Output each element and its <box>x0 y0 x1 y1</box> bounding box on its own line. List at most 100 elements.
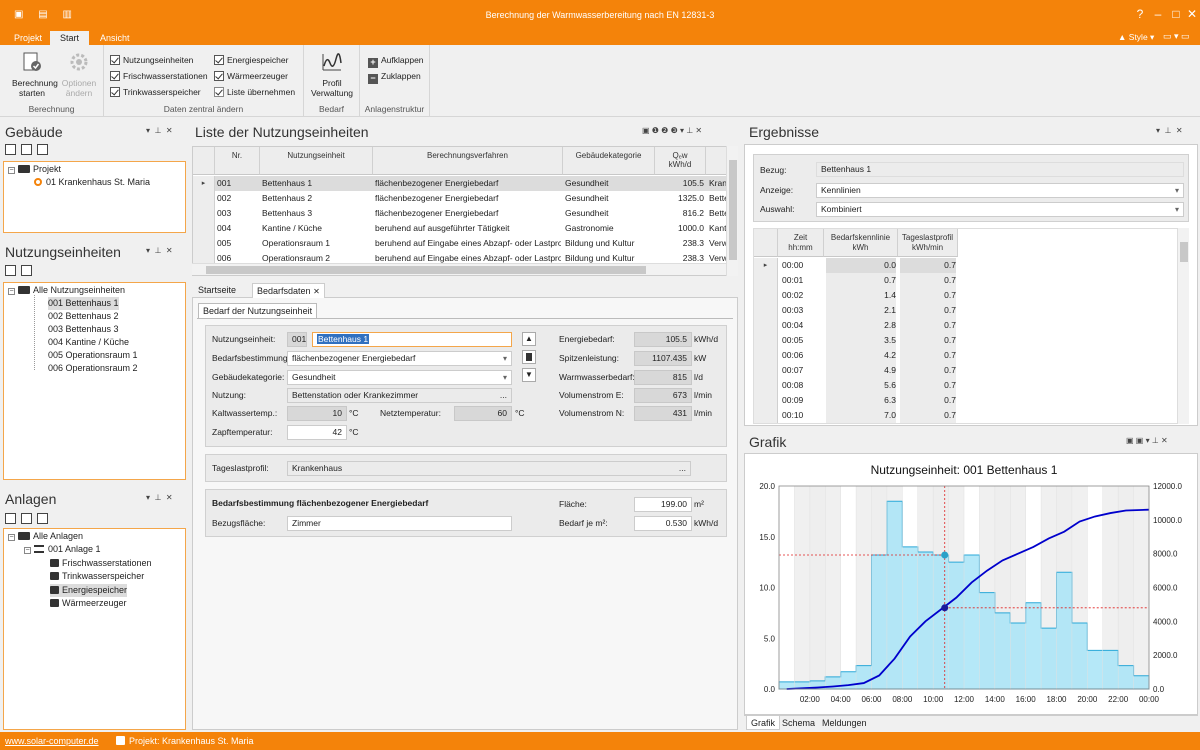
flaeche-field[interactable]: 199.00 <box>634 497 692 512</box>
table-row[interactable]: 00:09 6.3 0.7 <box>754 393 960 408</box>
panel-controls[interactable]: ▾ ⊥ ✕ <box>146 246 173 255</box>
col-header[interactable]: Tageslastprofil kWh/min <box>898 229 958 257</box>
tree-node-ne[interactable]: 005 Operationsraum 1 <box>48 349 138 362</box>
table-row[interactable]: 00:04 2.8 0.7 <box>754 318 960 333</box>
tab-bedarf-nutzungseinheit[interactable]: Bedarf der Nutzungseinheit <box>198 303 318 318</box>
row-indicator[interactable] <box>193 236 215 251</box>
ribbon-options-icon[interactable]: ▭ ▾ ▭ <box>1163 31 1190 42</box>
up-button[interactable]: ▲ <box>522 332 536 346</box>
panel-controls[interactable]: ▣ ▣ ▾ ⊥ ✕ <box>1126 436 1168 445</box>
new-icon[interactable] <box>5 144 16 155</box>
vertical-scrollbar[interactable] <box>1177 228 1189 424</box>
tree-node-ne[interactable]: 002 Bettenhaus 2 <box>48 310 119 323</box>
col-header[interactable]: Berechnungsverfahren <box>373 147 563 175</box>
col-header[interactable]: Nutzungseinheit <box>260 147 373 175</box>
row-indicator[interactable] <box>193 191 215 206</box>
table-row[interactable]: 002 Bettenhaus 2 flächenbezogener Energieb… <box>193 191 737 206</box>
col-header[interactable]: Nr. <box>215 147 260 175</box>
tree-node-component[interactable]: Energiespeicher <box>50 584 128 597</box>
tree-node-projekt[interactable]: − Projekt <box>8 163 61 176</box>
trinkwasserspeicher-button[interactable]: Trinkwasserspeicher <box>110 85 201 99</box>
optionen-button[interactable]: Optionen ändern <box>56 51 102 98</box>
tree-node-component[interactable]: Wärmeerzeuger <box>50 597 127 610</box>
col-header[interactable]: Zeit hh:mm <box>778 229 824 257</box>
tab-schema[interactable]: Schema <box>778 716 819 730</box>
berechnung-starten-button[interactable]: Berechnung starten <box>6 51 58 98</box>
liste-uebernehmen-checkbox[interactable]: Liste übernehmen <box>214 85 295 99</box>
tree-node-krankenhaus[interactable]: 01 Krankenhaus St. Maria <box>34 176 150 189</box>
col-header[interactable]: Bedarfskennlinie kWh <box>824 229 898 257</box>
zapftemperatur-field[interactable]: 42 <box>287 425 347 440</box>
profil-verwaltung-button[interactable]: Profil Verwaltung <box>308 51 356 98</box>
table-row[interactable]: 00:03 2.1 0.7 <box>754 303 960 318</box>
col-header[interactable]: Qₑw kWh/d <box>655 147 706 175</box>
table-row[interactable]: 004 Kantine / Küche beruhend auf ausgeführ… <box>193 221 737 236</box>
new-icon[interactable] <box>5 513 16 524</box>
website-link[interactable]: www.solar-computer.de <box>5 736 99 746</box>
table-row[interactable]: 00:10 7.0 0.7 <box>754 408 960 423</box>
tree-node-component[interactable]: Frischwasserstationen <box>50 557 152 570</box>
panel-controls[interactable]: ▾ ⊥ ✕ <box>146 126 173 135</box>
tree-node-ne[interactable]: 004 Kantine / Küche <box>48 336 129 349</box>
tab-meldungen[interactable]: Meldungen <box>818 716 871 730</box>
row-indicator[interactable]: ▸ <box>193 176 215 191</box>
delete-icon[interactable] <box>21 265 32 276</box>
tab-grafik[interactable]: Grafik <box>746 716 781 730</box>
tree-node-component[interactable]: Trinkwasserspeicher <box>50 570 144 583</box>
close-icon[interactable]: ✕ <box>313 287 320 296</box>
tree-node-alle-anlagen[interactable]: − Alle Anlagen <box>8 530 83 543</box>
zuklappen-button[interactable]: − Zuklappen <box>368 69 421 84</box>
row-indicator[interactable] <box>754 378 778 393</box>
tab-start[interactable]: Start <box>50 31 90 45</box>
row-indicator[interactable] <box>754 303 778 318</box>
row-indicator[interactable] <box>754 408 778 423</box>
table-row[interactable]: 00:02 1.4 0.7 <box>754 288 960 303</box>
gebaeudekategorie-select[interactable]: Gesundheit <box>287 370 512 385</box>
ellipsis-button[interactable]: ... <box>500 389 507 402</box>
nutzungseinheit-name-field[interactable]: Bettenhaus 1 <box>312 332 512 347</box>
tab-ansicht[interactable]: Ansicht <box>90 31 140 45</box>
delete-icon[interactable] <box>37 144 48 155</box>
row-indicator[interactable] <box>754 348 778 363</box>
row-indicator[interactable] <box>754 273 778 288</box>
aufklappen-button[interactable]: + Aufklappen <box>368 53 424 68</box>
delete-icon[interactable] <box>37 513 48 524</box>
anzeige-select[interactable]: Kennlinien <box>816 183 1184 198</box>
panel-controls[interactable]: ▾ ⊥ ✕ <box>146 493 173 502</box>
horizontal-scrollbar[interactable] <box>192 263 726 275</box>
tree-node-anlage[interactable]: −001 Anlage 1 <box>24 543 101 556</box>
row-indicator[interactable] <box>754 318 778 333</box>
style-menu[interactable]: ▲ Style ▾ <box>1118 32 1154 43</box>
table-row[interactable]: 00:05 3.5 0.7 <box>754 333 960 348</box>
minimize-icon[interactable]: – <box>1148 7 1168 21</box>
nutzungseinheiten-button[interactable]: Nutzungseinheiten <box>110 53 193 67</box>
copy-icon[interactable] <box>21 144 32 155</box>
tageslastprofil-field[interactable]: Krankenhaus... <box>287 461 691 476</box>
tree-node-ne[interactable]: 006 Operationsraum 2 <box>48 362 138 375</box>
table-row[interactable]: 00:01 0.7 0.7 <box>754 273 960 288</box>
help-icon[interactable]: ? <box>1130 7 1150 21</box>
table-row[interactable]: 005 Operationsraum 1 beruhend auf Eingabe … <box>193 236 737 251</box>
bedarf-je-m2-field[interactable]: 0.530 <box>634 516 692 531</box>
bedarfsbestimmung-select[interactable]: flächenbezogener Energiebedarf <box>287 351 512 366</box>
row-indicator[interactable] <box>754 393 778 408</box>
tree-node-ne[interactable]: 001 Bettenhaus 1 <box>48 297 119 310</box>
col-header[interactable]: Gebäudekategorie <box>563 147 655 175</box>
row-indicator[interactable]: ▸ <box>754 258 778 273</box>
close-icon[interactable]: ✕ <box>1182 7 1200 21</box>
auswahl-select[interactable]: Kombiniert <box>816 202 1184 217</box>
nutzung-field[interactable]: Bettenstation oder Krankezimmer... <box>287 388 512 403</box>
row-indicator[interactable] <box>754 363 778 378</box>
table-row[interactable]: 00:08 5.6 0.7 <box>754 378 960 393</box>
pager[interactable]: ▣ ❶ ❷ ❸ ▾ ⊥ ✕ <box>642 126 702 135</box>
tab-projekt[interactable]: Projekt <box>4 31 52 45</box>
copy-button[interactable] <box>522 350 536 364</box>
table-row[interactable]: 00:06 4.2 0.7 <box>754 348 960 363</box>
down-button[interactable]: ▼ <box>522 368 536 382</box>
new-icon[interactable] <box>5 265 16 276</box>
tab-bedarfsdaten[interactable]: Bedarfsdaten ✕ <box>252 283 325 298</box>
ellipsis-button[interactable]: ... <box>679 462 686 475</box>
table-row[interactable]: 00:07 4.9 0.7 <box>754 363 960 378</box>
tab-startseite[interactable]: Startseite <box>194 283 240 297</box>
row-indicator[interactable] <box>754 333 778 348</box>
